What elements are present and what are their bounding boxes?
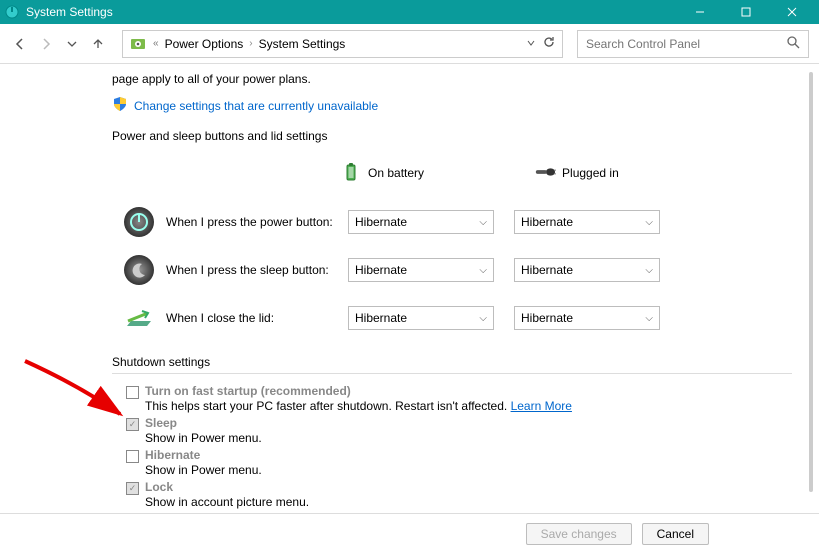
chevron-down-icon: ⌵ <box>479 217 487 228</box>
sleep-button-icon <box>122 253 156 287</box>
recent-locations-button[interactable] <box>62 34 82 54</box>
lid-plugged-select[interactable]: Hibernate⌵ <box>514 306 660 330</box>
search-icon[interactable] <box>787 36 800 52</box>
power-button-battery-select[interactable]: Hibernate⌵ <box>348 210 494 234</box>
search-input[interactable] <box>586 37 787 51</box>
lid-close-label: When I close the lid: <box>166 311 348 325</box>
power-button-icon <box>122 205 156 239</box>
window-title: System Settings <box>26 5 677 19</box>
app-icon <box>4 4 20 20</box>
control-panel-icon <box>129 35 147 53</box>
intro-text-truncated: page apply to all of your power plans. <box>112 72 311 86</box>
breadcrumb-separator-icon: › <box>247 38 254 49</box>
sleep-button-label: When I press the sleep button: <box>166 263 348 277</box>
breadcrumb-system-settings[interactable]: System Settings <box>255 37 350 51</box>
minimize-button[interactable] <box>677 0 723 24</box>
battery-icon <box>340 161 362 186</box>
power-button-label: When I press the power button: <box>166 215 348 229</box>
change-settings-link[interactable]: Change settings that are currently unava… <box>134 99 378 113</box>
hibernate-checkbox[interactable] <box>126 450 139 463</box>
lid-battery-select[interactable]: Hibernate⌵ <box>348 306 494 330</box>
cancel-button[interactable]: Cancel <box>642 523 709 545</box>
hibernate-desc: Show in Power menu. <box>145 463 262 477</box>
breadcrumb-power-options[interactable]: Power Options <box>161 37 248 51</box>
column-plugged-in: Plugged in <box>562 166 619 180</box>
sleep-desc: Show in Power menu. <box>145 431 262 445</box>
fast-startup-checkbox[interactable] <box>126 386 139 399</box>
power-button-plugged-select[interactable]: Hibernate⌵ <box>514 210 660 234</box>
section-shutdown-heading: Shutdown settings <box>112 355 792 374</box>
fast-startup-desc: This helps start your PC faster after sh… <box>145 399 572 413</box>
chevron-down-icon: ⌵ <box>479 313 487 324</box>
plug-icon <box>534 161 556 186</box>
chevron-down-icon: ⌵ <box>479 265 487 276</box>
section-power-sleep-heading: Power and sleep buttons and lid settings <box>112 129 819 143</box>
search-box[interactable] <box>577 30 809 58</box>
chevron-down-icon: ⌵ <box>645 313 653 324</box>
scrollbar[interactable] <box>809 72 813 492</box>
close-button[interactable] <box>769 0 815 24</box>
fast-startup-title: Turn on fast startup (recommended) <box>145 384 572 398</box>
column-on-battery: On battery <box>368 166 424 180</box>
sleep-title: Sleep <box>145 416 262 430</box>
maximize-button[interactable] <box>723 0 769 24</box>
chevron-down-icon: ⌵ <box>645 265 653 276</box>
learn-more-link[interactable]: Learn More <box>511 399 572 413</box>
sleep-button-plugged-select[interactable]: Hibernate⌵ <box>514 258 660 282</box>
chevron-down-icon: ⌵ <box>645 217 653 228</box>
refresh-button[interactable] <box>542 35 556 52</box>
sleep-button-battery-select[interactable]: Hibernate⌵ <box>348 258 494 282</box>
save-changes-button[interactable]: Save changes <box>526 523 632 545</box>
up-button[interactable] <box>88 34 108 54</box>
forward-button[interactable] <box>36 34 56 54</box>
lock-desc: Show in account picture menu. <box>145 495 309 509</box>
lock-checkbox[interactable] <box>126 482 139 495</box>
sleep-checkbox[interactable] <box>126 418 139 431</box>
hibernate-title: Hibernate <box>145 448 262 462</box>
shield-icon <box>112 96 128 115</box>
lid-close-icon <box>122 301 156 335</box>
address-dropdown-icon[interactable] <box>526 37 536 51</box>
history-chevron-icon[interactable]: « <box>153 38 159 49</box>
address-bar[interactable]: « Power Options › System Settings <box>122 30 563 58</box>
back-button[interactable] <box>10 34 30 54</box>
lock-title: Lock <box>145 480 309 494</box>
